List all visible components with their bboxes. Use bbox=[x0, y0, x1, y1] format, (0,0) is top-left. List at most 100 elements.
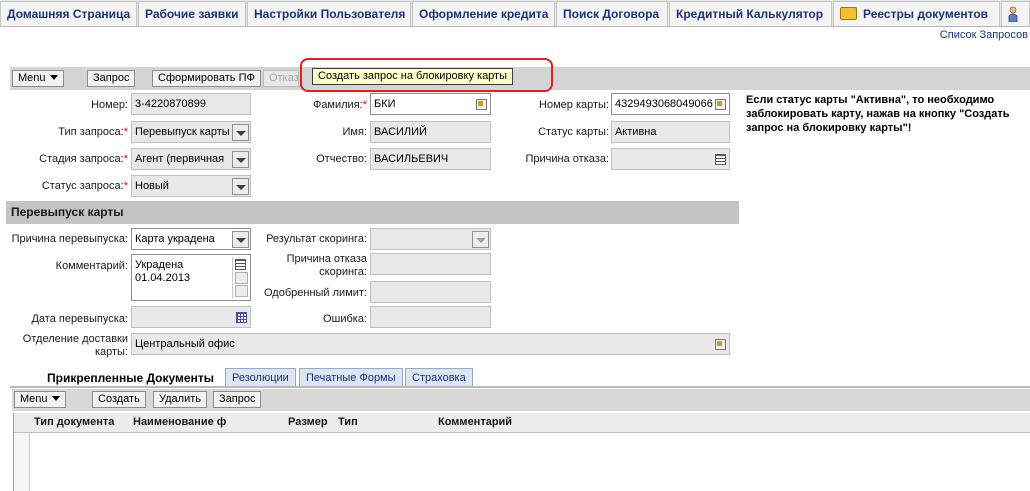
tab-resolutions[interactable]: Резолюции bbox=[225, 368, 296, 387]
nav-tab-user-settings[interactable]: Настройки Пользователя bbox=[247, 1, 411, 26]
delivery-picker-icon[interactable] bbox=[715, 339, 726, 350]
nav-tab-work-requests[interactable]: Рабочие заявки bbox=[138, 1, 246, 26]
column-header[interactable]: Размер bbox=[288, 416, 328, 428]
docs-menu-button[interactable]: Menu bbox=[14, 391, 66, 408]
reissue-reason-value: Карта украдена bbox=[135, 233, 215, 245]
nav-tab-document-registers[interactable]: Реестры документов bbox=[833, 1, 1000, 26]
request-type-label-text: Тип запроса: bbox=[58, 126, 124, 138]
reject-button[interactable]: Отказ bbox=[263, 70, 299, 87]
required-marker: * bbox=[362, 99, 367, 111]
firstname-field: ВАСИЛИЙ bbox=[370, 121, 491, 143]
list-icon[interactable] bbox=[715, 154, 726, 165]
nav-tab-contract-search[interactable]: Поиск Договора bbox=[556, 1, 668, 26]
error-field bbox=[370, 306, 491, 328]
chevron-down-icon bbox=[49, 75, 58, 80]
scoring-reject-label: Причина отказа скоринга: bbox=[255, 253, 367, 279]
documents-grid: Тип документа Наименование ф Размер Тип … bbox=[13, 413, 1030, 491]
request-button[interactable]: Запрос bbox=[87, 70, 136, 87]
menu-button[interactable]: Menu bbox=[12, 70, 64, 87]
number-field: 3-4220870899 bbox=[131, 93, 251, 115]
column-header[interactable]: Комментарий bbox=[438, 416, 512, 428]
list-icon[interactable] bbox=[235, 259, 246, 270]
scoring-dropdown-icon bbox=[472, 231, 489, 248]
folder-icon bbox=[840, 7, 857, 20]
reissue-reason-label: Причина перевыпуска: bbox=[11, 233, 128, 245]
chevron-down-icon bbox=[51, 396, 60, 401]
stage-label-text: Стадия запроса: bbox=[39, 153, 124, 165]
request-type-value: Перевыпуск карты bbox=[135, 126, 230, 138]
card-number-value: 4329493068049066 bbox=[615, 98, 713, 110]
reject-reason-field[interactable] bbox=[611, 148, 730, 170]
requests-list-link[interactable]: Список Запросов bbox=[940, 29, 1028, 41]
comment-label: Комментарий: bbox=[55, 260, 128, 272]
required-marker: * bbox=[123, 153, 128, 165]
lastname-label: Фамилия:* bbox=[255, 99, 367, 111]
tab-attached-documents[interactable]: Прикрепленные Документы bbox=[40, 368, 221, 387]
person-icon bbox=[1008, 6, 1018, 22]
comment-scrollbar[interactable] bbox=[232, 257, 248, 298]
delete-document-button[interactable]: Удалить bbox=[153, 391, 207, 408]
column-header[interactable]: Тип bbox=[338, 416, 358, 428]
card-picker-icon[interactable] bbox=[715, 99, 726, 110]
reject-reason-label: Причина отказа: bbox=[525, 153, 609, 165]
status-label-text: Статус запроса: bbox=[41, 180, 124, 192]
lastname-label-text: Фамилия: bbox=[312, 99, 363, 111]
stage-dropdown-icon[interactable] bbox=[232, 151, 249, 168]
tab-print-forms[interactable]: Печатные Формы bbox=[299, 368, 403, 387]
delivery-office-label-line: карты: bbox=[94, 346, 128, 358]
stage-label: Стадия запроса:* bbox=[10, 153, 128, 165]
create-document-button[interactable]: Создать bbox=[92, 391, 146, 408]
request-type-dropdown-icon[interactable] bbox=[232, 124, 249, 141]
error-label: Ошибка: bbox=[322, 313, 367, 325]
comment-line: 01.04.2013 bbox=[135, 272, 191, 284]
reissue-date-field[interactable] bbox=[131, 306, 251, 328]
nav-tab-document-registers-label: Реестры документов bbox=[863, 7, 989, 21]
required-marker: * bbox=[123, 180, 128, 192]
block-card-request-button[interactable]: Создать запрос на блокировку карты bbox=[312, 68, 514, 85]
tab-divider bbox=[10, 386, 1030, 388]
comment-line: Украдена bbox=[135, 259, 184, 271]
generate-pf-button[interactable]: Сформировать ПФ bbox=[152, 70, 261, 87]
card-status-label: Статус карты: bbox=[538, 126, 609, 138]
documents-toolbar: Menu Создать Удалить Запрос bbox=[12, 389, 1030, 411]
nav-tab-home[interactable]: Домашняя Страница bbox=[0, 1, 137, 26]
docs-menu-label: Menu bbox=[20, 393, 48, 405]
column-header[interactable]: Наименование ф bbox=[133, 416, 226, 428]
firstname-label: Имя: bbox=[342, 126, 367, 138]
lastname-field[interactable]: БКИ bbox=[370, 93, 491, 115]
card-number-field[interactable]: 4329493068049066 bbox=[611, 93, 730, 115]
status-dropdown-icon[interactable] bbox=[232, 178, 249, 195]
lastname-value: БКИ bbox=[374, 98, 396, 110]
nav-tab-credit-calculator[interactable]: Кредитный Калькулятор bbox=[669, 1, 832, 26]
tab-insurance[interactable]: Страховка bbox=[405, 368, 473, 387]
reissue-date-label: Дата перевыпуска: bbox=[31, 313, 128, 325]
card-number-label: Номер карты: bbox=[539, 99, 609, 111]
top-navigation: Домашняя Страница Рабочие заявки Настрой… bbox=[0, 0, 1030, 27]
scroll-up-icon[interactable] bbox=[235, 272, 248, 284]
scoring-reject-label-line: скоринга: bbox=[319, 266, 367, 278]
approved-limit-label: Одобренный лимит: bbox=[263, 287, 367, 299]
grid-header: Тип документа Наименование ф Размер Тип … bbox=[14, 413, 1030, 433]
request-type-label: Тип запроса:* bbox=[10, 126, 128, 138]
scoring-reject-label-line: Причина отказа bbox=[286, 253, 367, 265]
stage-value: Агент (первичная bbox=[135, 153, 225, 165]
card-status-field: Активна bbox=[611, 121, 730, 143]
scoring-reject-field bbox=[370, 253, 491, 275]
calendar-icon[interactable] bbox=[236, 312, 247, 323]
scroll-down-icon[interactable] bbox=[235, 285, 248, 297]
patronymic-field: ВАСИЛЬЕВИЧ bbox=[370, 148, 491, 170]
instruction-note: Если статус карты "Активна", то необходи… bbox=[746, 94, 1010, 134]
nav-tab-user[interactable] bbox=[1001, 1, 1030, 26]
delivery-office-label-line: Отделение доставки bbox=[22, 333, 128, 345]
nav-tab-credit[interactable]: Оформление кредита bbox=[412, 1, 555, 26]
section-header-reissue: Перевыпуск карты bbox=[6, 201, 739, 224]
lastname-picker-icon[interactable] bbox=[476, 99, 487, 110]
delivery-office-label: Отделение доставки карты: bbox=[10, 333, 128, 359]
reissue-reason-dropdown-icon[interactable] bbox=[232, 231, 249, 248]
record-toolbar: Menu Запрос Сформировать ПФ Отказ Создат… bbox=[10, 67, 1030, 90]
column-header[interactable]: Тип документа bbox=[34, 416, 114, 428]
number-label: Номер: bbox=[91, 99, 128, 111]
document-request-button[interactable]: Запрос bbox=[213, 391, 262, 408]
delivery-office-value: Центральный офис bbox=[135, 338, 235, 350]
delivery-office-field[interactable]: Центральный офис bbox=[131, 333, 730, 355]
